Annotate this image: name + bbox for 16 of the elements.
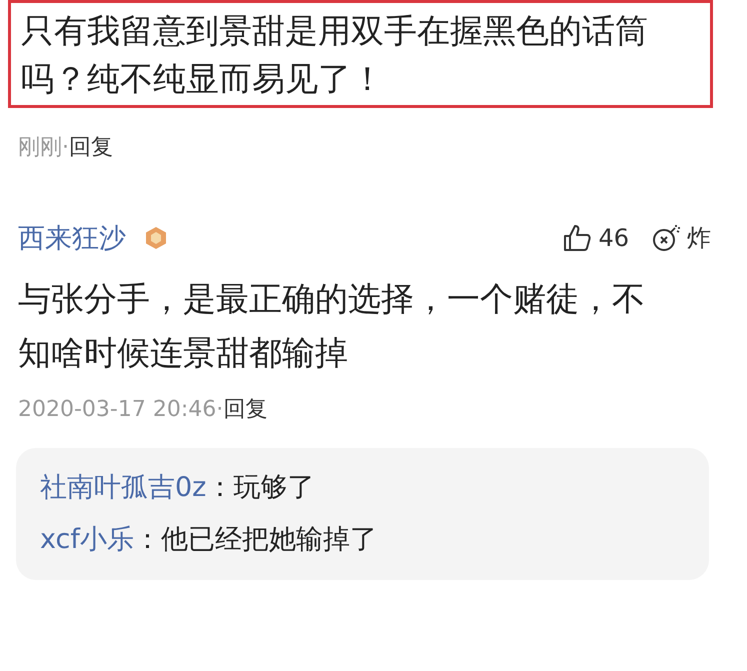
reply-link[interactable]: 回复 xyxy=(69,135,113,160)
comment-text: 与张分手，是最正确的选择，一个赌徒，不知啥时候连景甜都输掉 xyxy=(18,278,646,374)
reply-text: ：他已经把她输掉了 xyxy=(134,524,377,555)
comment-text: 只有我留意到景甜是用双手在握黑色的话筒吗？纯不纯显而易见了！ xyxy=(8,0,713,108)
reply-author[interactable]: 社南叶孤吉0z xyxy=(40,472,206,503)
bomb-button[interactable]: 炸 xyxy=(651,222,729,254)
bomb-icon xyxy=(651,223,681,253)
level-badge-icon xyxy=(144,226,168,250)
reply-text: ：玩够了 xyxy=(206,472,314,503)
reply-author[interactable]: xcf小乐 xyxy=(40,524,134,555)
comment-time: 2020-03-17 20:46· xyxy=(18,397,224,422)
username[interactable]: 西来狂沙 xyxy=(18,220,126,256)
thumbs-up-icon xyxy=(562,223,592,253)
reply-link[interactable]: 回复 xyxy=(223,397,268,422)
comment-time: 刚刚· xyxy=(18,135,69,160)
like-button[interactable]: 46 xyxy=(562,223,651,253)
